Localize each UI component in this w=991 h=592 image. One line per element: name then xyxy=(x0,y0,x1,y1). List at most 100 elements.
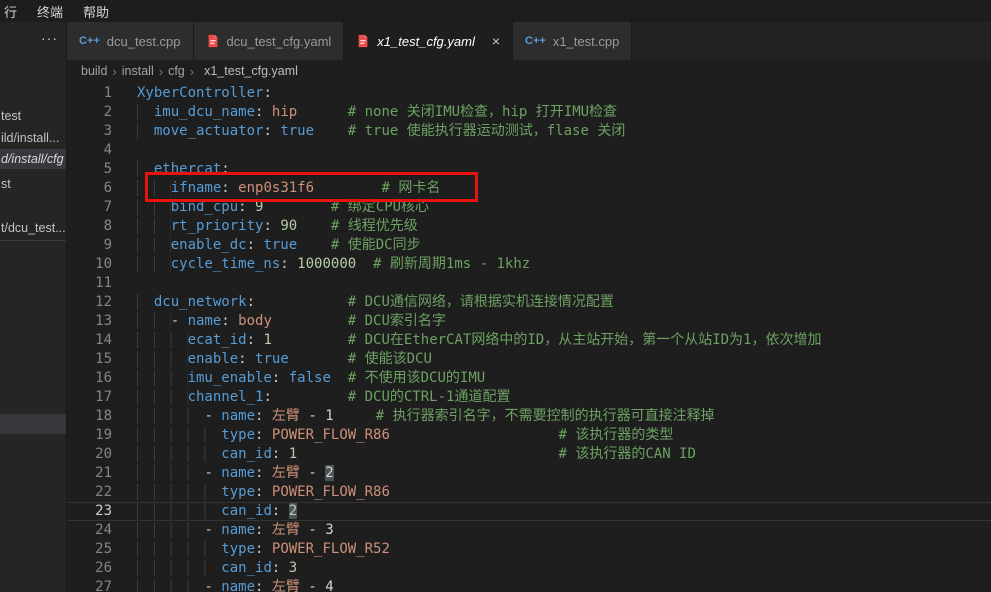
code-text: - name: 左臂 - 4 xyxy=(137,578,334,592)
code-line[interactable]: 27 - name: 左臂 - 4 xyxy=(67,578,991,592)
tab-dcu_test_cfg.yaml[interactable]: dcu_test_cfg.yaml xyxy=(194,22,345,60)
code-line[interactable]: 26 can_id: 3 xyxy=(67,559,991,578)
cpp-file-icon: C++ xyxy=(79,35,100,47)
sidebar-divider xyxy=(0,240,66,241)
sidebar-item[interactable]: ild/install... xyxy=(0,128,66,148)
code-text: imu_dcu_name: hip # none 关闭IMU检查，hip 打开I… xyxy=(137,103,617,122)
code-line[interactable]: 10 cycle_time_ns: 1000000 # 刷新周期1ms - 1k… xyxy=(67,255,991,274)
menu-item-1[interactable]: 终端 xyxy=(27,2,73,21)
menu-item-0[interactable]: 行 xyxy=(2,2,27,21)
code-text: ecat_id: 1 # DCU在EtherCAT网络中的ID，从主站开始，第一… xyxy=(137,331,821,350)
sidebar-item[interactable]: st xyxy=(0,174,66,194)
breadcrumb: build › install › cfg › x1_test_cfg.yaml xyxy=(67,60,991,82)
code-line[interactable]: 14 ecat_id: 1 # DCU在EtherCAT网络中的ID，从主站开始… xyxy=(67,331,991,350)
code-line[interactable]: 23 can_id: 2 xyxy=(67,502,991,521)
tab-x1_test.cpp[interactable]: C++x1_test.cpp xyxy=(513,22,632,60)
line-number: 15 xyxy=(67,350,112,369)
code-line[interactable]: 15 enable: true # 使能该DCU xyxy=(67,350,991,369)
sidebar-item[interactable]: d/install/cfg xyxy=(0,149,66,169)
code-text: can_id: 3 xyxy=(137,559,297,578)
code-line[interactable]: 11 xyxy=(67,274,991,293)
code-text: can_id: 2 xyxy=(137,502,297,521)
code-line[interactable]: 2 imu_dcu_name: hip # none 关闭IMU检查，hip 打… xyxy=(67,103,991,122)
breadcrumb-item-install[interactable]: install xyxy=(122,64,154,78)
line-number: 23 xyxy=(67,502,112,521)
line-number: 17 xyxy=(67,388,112,407)
breadcrumb-item-build[interactable]: build xyxy=(81,64,107,78)
code-text: bind_cpu: 9 # 绑定CPU核心 xyxy=(137,198,429,217)
code-text: imu_enable: false # 不使用该DCU的IMU xyxy=(137,369,485,388)
line-number: 19 xyxy=(67,426,112,445)
code-text: channel_1: # DCU的CTRL-1通道配置 xyxy=(137,388,510,407)
line-number: 5 xyxy=(67,160,112,179)
line-number: 9 xyxy=(67,236,112,255)
code-text: type: POWER_FLOW_R52 xyxy=(137,540,390,559)
code-lines: 1XyberController:2 imu_dcu_name: hip # n… xyxy=(67,84,991,592)
code-text: dcu_network: # DCU通信网络，请根据实机连接情况配置 xyxy=(137,293,614,312)
line-number: 21 xyxy=(67,464,112,483)
code-line[interactable]: 8 rt_priority: 90 # 线程优先级 xyxy=(67,217,991,236)
code-text: type: POWER_FLOW_R86 # 该执行器的类型 xyxy=(137,426,673,445)
code-line[interactable]: 18 - name: 左臂 - 1 # 执行器索引名字，不需要控制的执行器可直接… xyxy=(67,407,991,426)
code-text: rt_priority: 90 # 线程优先级 xyxy=(137,217,418,236)
code-text: ethercat: xyxy=(137,160,230,179)
code-text: enable_dc: true # 使能DC同步 xyxy=(137,236,421,255)
tab-bar: C++ dcu_test.cpp dcu_test_cfg.yaml x1_test_… xyxy=(67,22,991,60)
code-line[interactable]: 3 move_actuator: true # true 使能执行器运动测试，f… xyxy=(67,122,991,141)
code-line[interactable]: 20 can_id: 1 # 该执行器的CAN ID xyxy=(67,445,991,464)
code-line[interactable]: 25 type: POWER_FLOW_R52 xyxy=(67,540,991,559)
sidebar-item[interactable]: test xyxy=(0,106,66,126)
code-line[interactable]: 12 dcu_network: # DCU通信网络，请根据实机连接情况配置 xyxy=(67,293,991,312)
line-number: 13 xyxy=(67,312,112,331)
chevron-right-icon: › xyxy=(112,64,116,79)
line-number: 22 xyxy=(67,483,112,502)
tab-label: x1_test_cfg.yaml xyxy=(377,34,475,49)
code-text: - name: 左臂 - 3 xyxy=(137,521,334,540)
code-text: cycle_time_ns: 1000000 # 刷新周期1ms - 1khz xyxy=(137,255,530,274)
code-line[interactable]: 9 enable_dc: true # 使能DC同步 xyxy=(67,236,991,255)
sidebar: ··· testild/install...d/install/cfg st t/d… xyxy=(0,22,67,592)
line-number: 7 xyxy=(67,198,112,217)
cpp-file-icon: C++ xyxy=(525,35,546,47)
line-number: 16 xyxy=(67,369,112,388)
yaml-file-icon xyxy=(206,34,220,48)
line-number: 20 xyxy=(67,445,112,464)
code-text: move_actuator: true # true 使能执行器运动测试，fla… xyxy=(137,122,625,141)
more-actions-icon[interactable]: ··· xyxy=(41,30,58,46)
yaml-file-icon xyxy=(356,34,370,48)
line-number: 26 xyxy=(67,559,112,578)
code-line[interactable]: 4 xyxy=(67,141,991,160)
code-editor[interactable]: 1XyberController:2 imu_dcu_name: hip # n… xyxy=(67,82,991,592)
code-line[interactable]: 22 type: POWER_FLOW_R86 xyxy=(67,483,991,502)
menu-bar: 行终端帮助 xyxy=(0,0,991,22)
line-number: 25 xyxy=(67,540,112,559)
breadcrumb-item-cfg[interactable]: cfg xyxy=(168,64,185,78)
code-line[interactable]: 19 type: POWER_FLOW_R86 # 该执行器的类型 xyxy=(67,426,991,445)
code-line[interactable]: 17 channel_1: # DCU的CTRL-1通道配置 xyxy=(67,388,991,407)
code-text: - name: body # DCU索引名字 xyxy=(137,312,446,331)
close-icon[interactable]: × xyxy=(492,34,500,48)
menu-item-2[interactable]: 帮助 xyxy=(73,2,119,21)
tab-dcu_test.cpp[interactable]: C++ dcu_test.cpp xyxy=(67,22,194,60)
code-line[interactable]: 21 - name: 左臂 - 2 xyxy=(67,464,991,483)
breadcrumb-file[interactable]: x1_test_cfg.yaml xyxy=(204,64,298,78)
editor-group: C++ dcu_test.cpp dcu_test_cfg.yaml x1_test_… xyxy=(67,22,991,592)
line-number: 27 xyxy=(67,578,112,592)
code-line[interactable]: 6 ifname: enp0s31f6 # 网卡名 xyxy=(67,179,991,198)
tab-label: dcu_test_cfg.yaml xyxy=(227,34,332,49)
chevron-right-icon: › xyxy=(159,64,163,79)
code-text: can_id: 1 # 该执行器的CAN ID xyxy=(137,445,696,464)
tab-x1_test_cfg.yaml[interactable]: x1_test_cfg.yaml × xyxy=(344,22,513,60)
code-text: XyberController: xyxy=(137,84,272,103)
code-text: - name: 左臂 - 1 # 执行器索引名字，不需要控制的执行器可直接注释掉 xyxy=(137,407,715,426)
sidebar-item[interactable]: t/dcu_test... xyxy=(0,218,66,238)
code-line[interactable]: 7 bind_cpu: 9 # 绑定CPU核心 xyxy=(67,198,991,217)
code-line[interactable]: 13 - name: body # DCU索引名字 xyxy=(67,312,991,331)
sidebar-selected-row[interactable] xyxy=(0,414,66,434)
code-line[interactable]: 24 - name: 左臂 - 3 xyxy=(67,521,991,540)
tab-label: dcu_test.cpp xyxy=(107,34,181,49)
code-line[interactable]: 16 imu_enable: false # 不使用该DCU的IMU xyxy=(67,369,991,388)
code-line[interactable]: 1XyberController: xyxy=(67,84,991,103)
code-line[interactable]: 5 ethercat: xyxy=(67,160,991,179)
line-number: 8 xyxy=(67,217,112,236)
